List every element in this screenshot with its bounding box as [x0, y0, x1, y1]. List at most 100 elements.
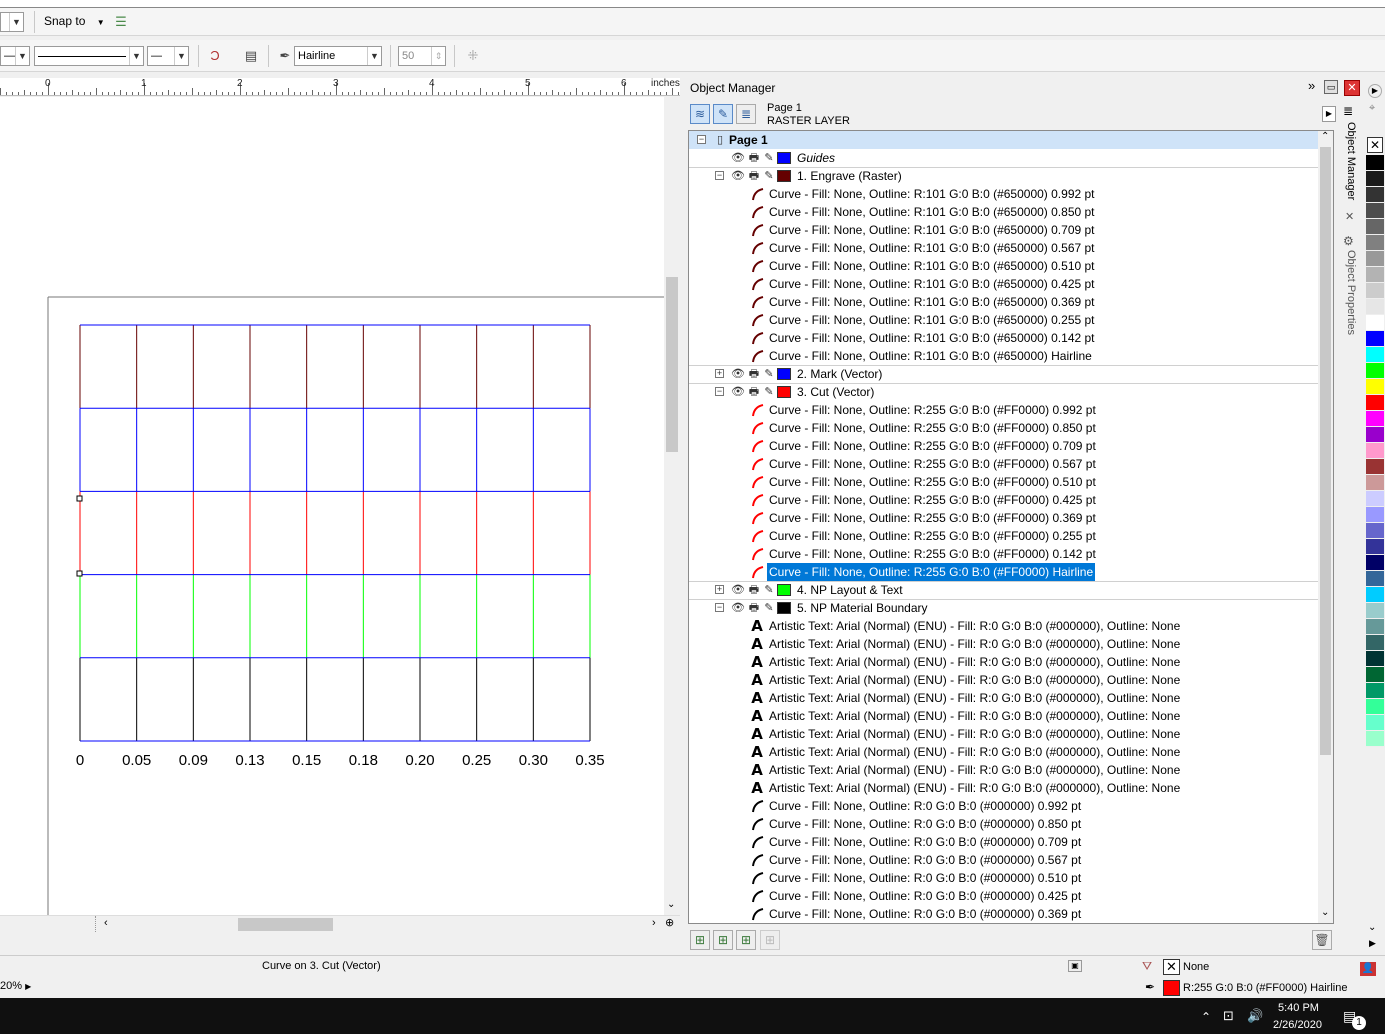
object-row[interactable]: Curve - Fill: None, Outline: R:255 G:0 B… — [689, 455, 1319, 473]
layer-color-swatch[interactable] — [777, 386, 791, 398]
palette-swatch[interactable] — [1366, 155, 1384, 171]
palette-swatch[interactable] — [1366, 219, 1384, 235]
object-row[interactable]: Curve - Fill: None, Outline: R:101 G:0 B… — [689, 257, 1319, 275]
selection-handle[interactable] — [76, 570, 83, 577]
eye-icon[interactable]: 👁 — [731, 169, 745, 183]
palette-swatch[interactable] — [1366, 187, 1384, 203]
scroll-thumb[interactable] — [238, 918, 333, 931]
trash-icon[interactable]: 🗑 — [1312, 930, 1332, 950]
docker-minimize-icon[interactable]: ▭ — [1324, 80, 1338, 94]
pencil-icon[interactable]: ✎ — [763, 583, 775, 597]
collapse-icon[interactable]: − — [715, 603, 724, 612]
object-row[interactable]: Curve - Fill: None, Outline: R:255 G:0 B… — [689, 401, 1319, 419]
object-row[interactable]: Curve - Fill: None, Outline: R:101 G:0 B… — [689, 329, 1319, 347]
chevron-right-icon[interactable]: › — [652, 917, 656, 929]
object-row[interactable]: A Artistic Text: Arial (Normal) (ENU) - F… — [689, 779, 1319, 797]
object-row[interactable]: Curve - Fill: None, Outline: R:101 G:0 B… — [689, 275, 1319, 293]
canvas-horizontal-scrollbar[interactable]: ‹ › ⊕ — [0, 915, 680, 932]
eye-icon[interactable]: 👁 — [731, 367, 745, 381]
scroll-thumb[interactable] — [1320, 147, 1331, 755]
palette-scroll-up-icon[interactable]: ▶ — [1368, 84, 1382, 98]
palette-swatch[interactable] — [1366, 411, 1384, 427]
tree-page-row[interactable]: − ▯ Page 1 — [689, 131, 1319, 149]
object-row[interactable]: Curve - Fill: None, Outline: R:255 G:0 B… — [689, 545, 1319, 563]
drawing-canvas[interactable]: 0 0.05 0.09 0.13 0.15 0.18 0.20 0.25 0.30 0.35 — [0, 97, 664, 915]
palette-swatch[interactable] — [1366, 315, 1384, 331]
object-row[interactable]: A Artistic Text: Arial (Normal) (ENU) - F… — [689, 653, 1319, 671]
palette-swatch[interactable] — [1366, 347, 1384, 363]
object-row[interactable]: Curve - Fill: None, Outline: R:101 G:0 B… — [689, 311, 1319, 329]
palette-swatch[interactable] — [1366, 667, 1384, 683]
object-row[interactable]: Curve - Fill: None, Outline: R:101 G:0 B… — [689, 347, 1319, 365]
chevron-up-icon[interactable]: ⌃ — [1201, 1010, 1211, 1024]
object-row[interactable]: Curve - Fill: None, Outline: R:101 G:0 B… — [689, 293, 1319, 311]
collapse-icon[interactable]: − — [697, 135, 706, 144]
object-row[interactable]: Curve - Fill: None, Outline: R:0 G:0 B:0… — [689, 887, 1319, 905]
object-manager-tab[interactable]: Object Manager — [1341, 122, 1361, 212]
chevron-down-icon[interactable]: ⌄ — [667, 899, 675, 910]
chevron-down-icon[interactable]: ⌄ — [1321, 907, 1329, 918]
object-row[interactable]: Curve - Fill: None, Outline: R:0 G:0 B:0… — [689, 797, 1319, 815]
object-row[interactable]: Curve - Fill: None, Outline: R:0 G:0 B:0… — [689, 833, 1319, 851]
object-row[interactable]: Curve - Fill: None, Outline: R:255 G:0 B… — [689, 527, 1319, 545]
object-row[interactable]: Curve - Fill: None, Outline: R:101 G:0 B… — [689, 203, 1319, 221]
object-row[interactable]: Curve - Fill: None, Outline: R:255 G:0 B… — [689, 437, 1319, 455]
pencil-icon[interactable]: ✎ — [763, 151, 775, 165]
layer-row-engrave[interactable]: − 👁 🖶 ✎ 1. Engrave (Raster) — [689, 167, 1319, 185]
fill-none-swatch[interactable]: ✕ — [1163, 959, 1180, 975]
printer-icon[interactable]: 🖶 — [747, 583, 761, 597]
chevron-left-icon[interactable]: ‹ — [104, 917, 108, 929]
page-navigator[interactable] — [0, 916, 96, 932]
user-avatar-icon[interactable]: 👤 — [1360, 962, 1376, 976]
eye-icon[interactable]: 👁 — [731, 151, 745, 165]
docker-collapse-icon[interactable]: » — [1308, 78, 1315, 93]
volume-icon[interactable]: 🔊 — [1247, 1008, 1263, 1024]
docker-menu-button[interactable]: ▶ — [1322, 106, 1336, 122]
printer-icon[interactable]: 🖶 — [747, 367, 761, 381]
layer-row-cut[interactable]: − 👁 🖶 ✎ 3. Cut (Vector) — [689, 383, 1319, 401]
object-row[interactable]: Curve - Fill: None, Outline: R:255 G:0 B… — [689, 419, 1319, 437]
layer-color-swatch[interactable] — [777, 368, 791, 380]
palette-swatch[interactable] — [1366, 283, 1384, 299]
start-arrow-combo[interactable]: — ▼ — [0, 46, 30, 66]
printer-icon[interactable]: 🖶 — [747, 151, 761, 165]
layer-color-swatch[interactable] — [777, 584, 791, 596]
palette-scroll-down-icon[interactable]: ⌄ — [1368, 922, 1376, 933]
clock-time[interactable]: 5:40 PM — [1278, 1002, 1319, 1014]
snap-left-combo[interactable]: ▼ — [0, 12, 24, 32]
eye-icon[interactable]: 👁 — [731, 583, 745, 597]
palette-swatch[interactable] — [1366, 603, 1384, 619]
object-row[interactable]: Curve - Fill: None, Outline: R:255 G:0 B… — [689, 509, 1319, 527]
palette-swatch[interactable] — [1366, 171, 1384, 187]
object-row[interactable]: Curve - Fill: None, Outline: R:255 G:0 B… — [689, 473, 1319, 491]
object-row[interactable]: Curve - Fill: None, Outline: R:255 G:0 B… — [689, 491, 1319, 509]
new-master-layer-odd-button[interactable]: ⊞ — [760, 930, 780, 950]
new-master-layer-even-button[interactable]: ⊞ — [736, 930, 756, 950]
collapse-icon[interactable]: − — [715, 387, 724, 396]
line-style-combo[interactable]: ▼ — [34, 46, 144, 66]
tree-scrollbar[interactable]: ⌃ ⌄ — [1318, 131, 1333, 923]
palette-swatch[interactable] — [1366, 539, 1384, 555]
object-row[interactable]: Curve - Fill: None, Outline: R:0 G:0 B:0… — [689, 815, 1319, 833]
grid-snap-icon[interactable]: ⁜ — [464, 47, 482, 65]
show-properties-button[interactable]: ≋ — [690, 104, 710, 124]
collapse-icon[interactable]: − — [715, 171, 724, 180]
palette-swatch[interactable] — [1366, 635, 1384, 651]
new-layer-button[interactable]: ⊞ — [690, 930, 710, 950]
palette-swatch[interactable] — [1366, 331, 1384, 347]
object-row[interactable]: A Artistic Text: Arial (Normal) (ENU) - F… — [689, 725, 1319, 743]
layer-row-np-layout[interactable]: + 👁 🖶 ✎ 4. NP Layout & Text — [689, 581, 1319, 599]
palette-swatch[interactable] — [1366, 267, 1384, 283]
zoom-level[interactable]: 20% ▶ — [0, 980, 31, 992]
object-row[interactable]: Curve - Fill: None, Outline: R:255 G:0 B… — [689, 563, 1319, 581]
layer-color-swatch[interactable] — [777, 152, 791, 164]
scroll-thumb[interactable] — [666, 277, 678, 452]
wrap-text-icon[interactable]: ▤ — [242, 47, 260, 65]
object-row[interactable]: Curve - Fill: None, Outline: R:0 G:0 B:0… — [689, 869, 1319, 887]
zoom-icon[interactable]: ⊕ — [665, 916, 674, 929]
end-arrow-combo[interactable]: — ▼ — [147, 46, 189, 66]
palette-swatch[interactable] — [1366, 299, 1384, 315]
expand-icon[interactable]: + — [715, 369, 724, 378]
layer-row-np-boundary[interactable]: − 👁 🖶 ✎ 5. NP Material Boundary — [689, 599, 1319, 617]
palette-swatch[interactable] — [1366, 507, 1384, 523]
